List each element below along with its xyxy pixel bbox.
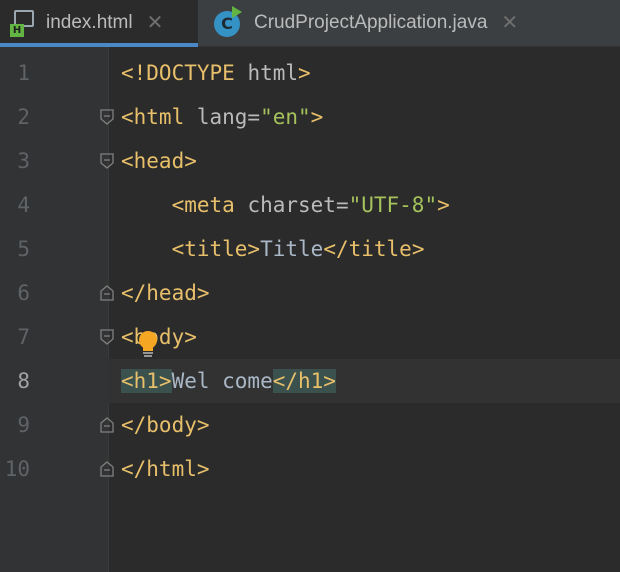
tag-match-highlight: </h1> (272, 369, 336, 393)
html-file-icon: H (10, 9, 36, 37)
fold-open-icon[interactable] (100, 329, 114, 345)
code-line[interactable]: 5 <title>Title</title> (0, 227, 620, 271)
code-line[interactable]: 2 <html lang="en"> (0, 95, 620, 139)
tab-label: CrudProjectApplication.java (254, 12, 488, 33)
lightbulb-icon[interactable] (137, 329, 159, 359)
line-number: 8 (17, 369, 30, 393)
line-number: 10 (4, 457, 30, 481)
tab-index-html[interactable]: H index.html ✕ (0, 0, 198, 47)
line-number: 5 (17, 237, 30, 261)
tab-crud-project-application[interactable]: C CrudProjectApplication.java ✕ (198, 0, 620, 46)
code-line-current[interactable]: 8 <h1>Wel come</h1> (0, 359, 620, 403)
fold-close-icon[interactable] (100, 285, 114, 301)
editor-tab-bar: H index.html ✕ C CrudProjectApplication.… (0, 0, 620, 47)
code-line[interactable]: 6 </head> (0, 271, 620, 315)
line-number: 6 (17, 281, 30, 305)
line-number: 2 (17, 105, 30, 129)
code-line[interactable]: 10 </html> (0, 447, 620, 491)
line-number: 3 (17, 149, 30, 173)
fold-close-icon[interactable] (100, 417, 114, 433)
code-line[interactable]: 9 </body> (0, 403, 620, 447)
close-icon[interactable]: ✕ (147, 13, 164, 33)
java-class-icon: C (214, 6, 244, 38)
tab-label: index.html (46, 12, 133, 33)
code-line[interactable]: 4 <meta charset="UTF-8"> (0, 183, 620, 227)
tag-match-highlight: <h1> (121, 369, 172, 393)
code-editor[interactable]: 1 <!DOCTYPE html> 2 <html lang="en"> 3 <… (0, 47, 620, 572)
code-line[interactable]: 3 <head> (0, 139, 620, 183)
fold-close-icon[interactable] (100, 461, 114, 477)
code-line[interactable]: 1 <!DOCTYPE html> (0, 51, 620, 95)
close-icon[interactable]: ✕ (501, 13, 518, 33)
code-line[interactable]: 7 <body> (0, 315, 620, 359)
line-number: 7 (17, 325, 30, 349)
fold-open-icon[interactable] (100, 153, 114, 169)
fold-open-icon[interactable] (100, 109, 114, 125)
line-number: 1 (17, 61, 30, 85)
line-number: 4 (17, 193, 30, 217)
line-number: 9 (17, 413, 30, 437)
